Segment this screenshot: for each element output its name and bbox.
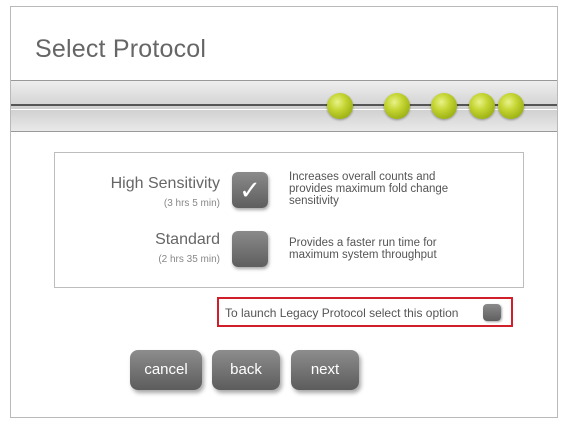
wizard-window: Select Protocol High Sensitivity (3 hrs … <box>10 6 558 418</box>
option-high-sensitivity-time: (3 hrs 5 min) <box>163 198 220 209</box>
option-standard-time: (2 hrs 35 min) <box>158 254 220 265</box>
legacy-protocol-option: To launch Legacy Protocol select this op… <box>217 297 513 327</box>
cancel-button[interactable]: cancel <box>130 350 202 390</box>
legacy-protocol-checkbox[interactable] <box>483 304 501 321</box>
progress-step-4-icon <box>469 93 495 119</box>
protocol-options-panel: High Sensitivity (3 hrs 5 min) ✓ Increas… <box>54 152 524 288</box>
back-button[interactable]: back <box>212 350 280 390</box>
option-standard-description: Provides a faster run time for maximum s… <box>289 237 437 261</box>
progress-step-1-icon <box>327 93 353 119</box>
progress-step-3-icon <box>431 93 457 119</box>
progress-band <box>11 80 557 132</box>
page-title: Select Protocol <box>35 35 207 63</box>
option-high-sensitivity-label: High Sensitivity <box>110 175 220 192</box>
progress-step-2-icon <box>384 93 410 119</box>
option-standard-label: Standard <box>155 231 220 248</box>
progress-step-5-icon <box>498 93 524 119</box>
option-high-sensitivity-description: Increases overall counts and provides ma… <box>289 171 449 207</box>
next-button[interactable]: next <box>291 350 359 390</box>
legacy-protocol-text: To launch Legacy Protocol select this op… <box>225 306 459 320</box>
option-high-sensitivity-checkbox[interactable]: ✓ <box>232 172 268 208</box>
option-standard-checkbox[interactable] <box>232 231 268 267</box>
